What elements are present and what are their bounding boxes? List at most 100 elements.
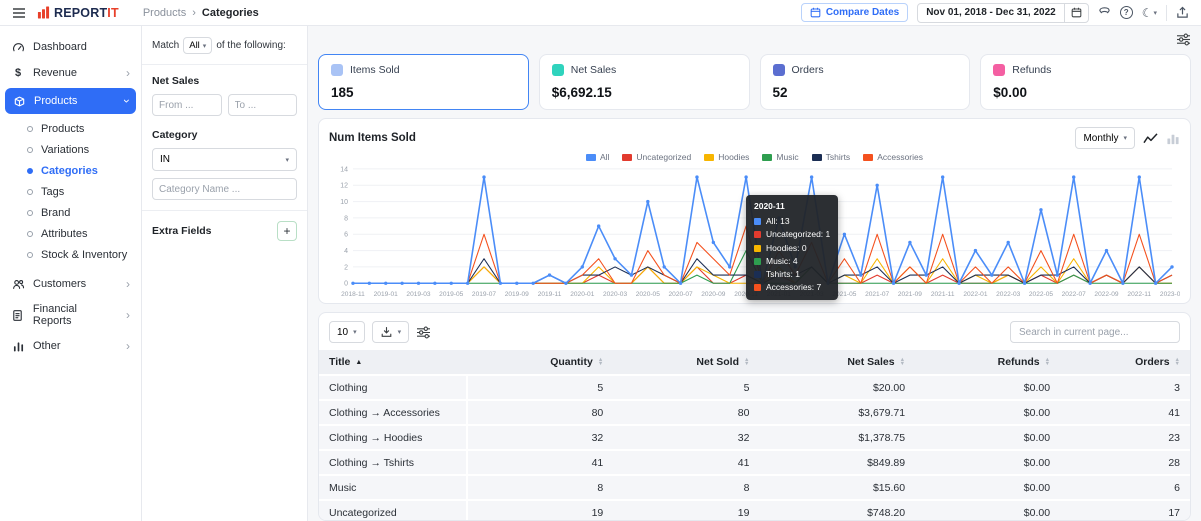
cell-value: $0.00 [915,450,1060,475]
refunds-icon [993,64,1005,76]
sidebar-item-other[interactable]: Other › [0,333,141,359]
legend-color-swatch [704,154,714,161]
chart-area[interactable]: 024681012142018-112019-012019-032019-052… [329,163,1180,301]
svg-text:0: 0 [344,281,348,288]
subitem-label: Stock & Inventory [41,249,127,261]
export-button[interactable] [1176,6,1189,19]
svg-text:2: 2 [344,264,348,271]
tooltip-color-swatch [754,218,761,225]
tooltip-row: Hoodies: 0 [754,242,830,255]
legend-item-hoodies[interactable]: Hoodies [704,152,749,162]
breadcrumb-item-products[interactable]: Products [143,7,186,19]
column-settings-button[interactable] [416,326,431,339]
legend-label: All [600,152,609,162]
column-header-orders[interactable]: Orders▲▼ [1060,350,1190,375]
line-chart-toggle[interactable] [1143,132,1158,145]
caret-down-icon: ▾ [285,156,289,164]
column-header-quantity[interactable]: Quantity▲▼ [467,350,613,375]
stat-card-items-sold[interactable]: Items Sold185 [318,54,529,110]
page-settings-button[interactable] [1176,32,1191,46]
cell-value: 80 [467,400,613,425]
stat-card-orders[interactable]: Orders52 [760,54,971,110]
sidebar-item-products[interactable]: Products › [5,88,136,114]
net-sales-to-input[interactable] [228,94,298,116]
category-operator-select[interactable]: IN▾ [152,148,297,171]
sidebar-subitem-attributes[interactable]: Attributes [0,223,141,244]
sidebar-subitem-tags[interactable]: Tags [0,181,141,202]
sidebar-item-dashboard[interactable]: Dashboard [0,34,141,60]
calendar-button[interactable] [1064,4,1088,22]
header-actions: Compare Dates Nov 01, 2018 - Dec 31, 202… [801,3,1189,23]
compare-dates-button[interactable]: Compare Dates [801,3,908,22]
sort-icon: ▲▼ [598,358,603,367]
match-select[interactable]: All▾ [183,37,212,54]
legend-item-accessories[interactable]: Accessories [863,152,923,162]
add-extra-field-button[interactable]: + [277,221,297,241]
svg-text:2020-05: 2020-05 [636,291,660,298]
svg-text:2022-05: 2022-05 [1029,291,1053,298]
category-name-input[interactable] [152,178,297,200]
sidebar-subitem-variations[interactable]: Variations [0,139,141,160]
bar-chart-icon [11,339,25,353]
sidebar-subitem-brand[interactable]: Brand [0,202,141,223]
hamburger-menu-button[interactable] [12,6,26,20]
orders-icon [773,64,785,76]
sidebar-subitem-categories[interactable]: Categories [0,160,141,181]
bullet-icon [27,147,33,153]
theme-toggle-button[interactable]: ☾▾ [1142,6,1157,20]
table-export-button[interactable]: ▾ [372,321,410,343]
tooltip-color-swatch [754,258,761,265]
sidebar-item-revenue[interactable]: $ Revenue › [0,60,141,86]
legend-item-uncategorized[interactable]: Uncategorized [622,152,691,162]
extra-fields-label: Extra Fields [152,225,212,237]
table-search-input[interactable] [1010,321,1180,343]
page-size-select[interactable]: 10▾ [329,321,365,343]
column-header-title[interactable]: Title▲ [319,350,467,375]
sidebar-item-financial-reports[interactable]: Financial Reports › [0,297,141,333]
legend-item-tshirts[interactable]: Tshirts [812,152,851,162]
svg-text:8: 8 [344,215,348,222]
sidebar-subitem-stock-inventory[interactable]: Stock & Inventory [0,244,141,265]
sliders-icon [1176,33,1191,46]
svg-text:4: 4 [344,248,348,255]
sort-icon: ▲▼ [900,358,905,367]
match-row: Match All▾ of the following: [152,37,297,54]
box-icon [12,94,26,108]
stat-label: Net Sales [571,64,617,76]
phone-support-button[interactable] [1098,6,1111,19]
subitem-label: Categories [41,165,98,177]
legend-label: Tshirts [826,152,851,162]
app-logo[interactable]: REPORTIT [36,6,119,20]
bullet-icon [27,252,33,258]
table-body: Clothing55$20.00$0.003Clothing → Accesso… [319,375,1190,521]
date-range-control[interactable]: Nov 01, 2018 - Dec 31, 2022 [917,3,1089,23]
svg-text:2022-01: 2022-01 [963,291,987,298]
stat-card-refunds[interactable]: Refunds$0.00 [980,54,1191,110]
sliders-icon [416,326,431,339]
stat-cards-row: Items Sold185 Net Sales $6,692.15 Orders52R… [318,54,1191,110]
subitem-label: Brand [41,207,70,219]
sidebar-item-customers[interactable]: Customers › [0,271,141,297]
logo-icon [36,6,50,20]
chart-title: Num Items Sold [329,132,416,144]
column-header-net-sold[interactable]: Net Sold▲▼ [613,350,759,375]
divider [142,64,307,65]
column-header-refunds[interactable]: Refunds▲▼ [915,350,1060,375]
help-button[interactable]: ? [1120,6,1133,19]
date-range-text[interactable]: Nov 01, 2018 - Dec 31, 2022 [918,4,1064,22]
tooltip-color-swatch [754,284,761,291]
stat-value: $6,692.15 [552,85,737,100]
legend-item-music[interactable]: Music [762,152,798,162]
interval-select[interactable]: Monthly▾ [1075,127,1135,149]
net-sales-from-input[interactable] [152,94,222,116]
cell-value: $15.60 [759,475,915,500]
tooltip-text: Tshirts: 1 [766,268,800,281]
legend-item-all[interactable]: All [586,152,609,162]
bar-chart-toggle[interactable] [1166,132,1180,145]
sort-icon: ▲▼ [1045,358,1050,367]
column-header-net-sales[interactable]: Net Sales▲▼ [759,350,915,375]
sidebar-subitem-products[interactable]: Products [0,118,141,139]
sidebar-item-label: Financial Reports [33,303,118,327]
cell-value: 41 [467,450,613,475]
stat-card-net-sales[interactable]: Net Sales $6,692.15 [539,54,750,110]
